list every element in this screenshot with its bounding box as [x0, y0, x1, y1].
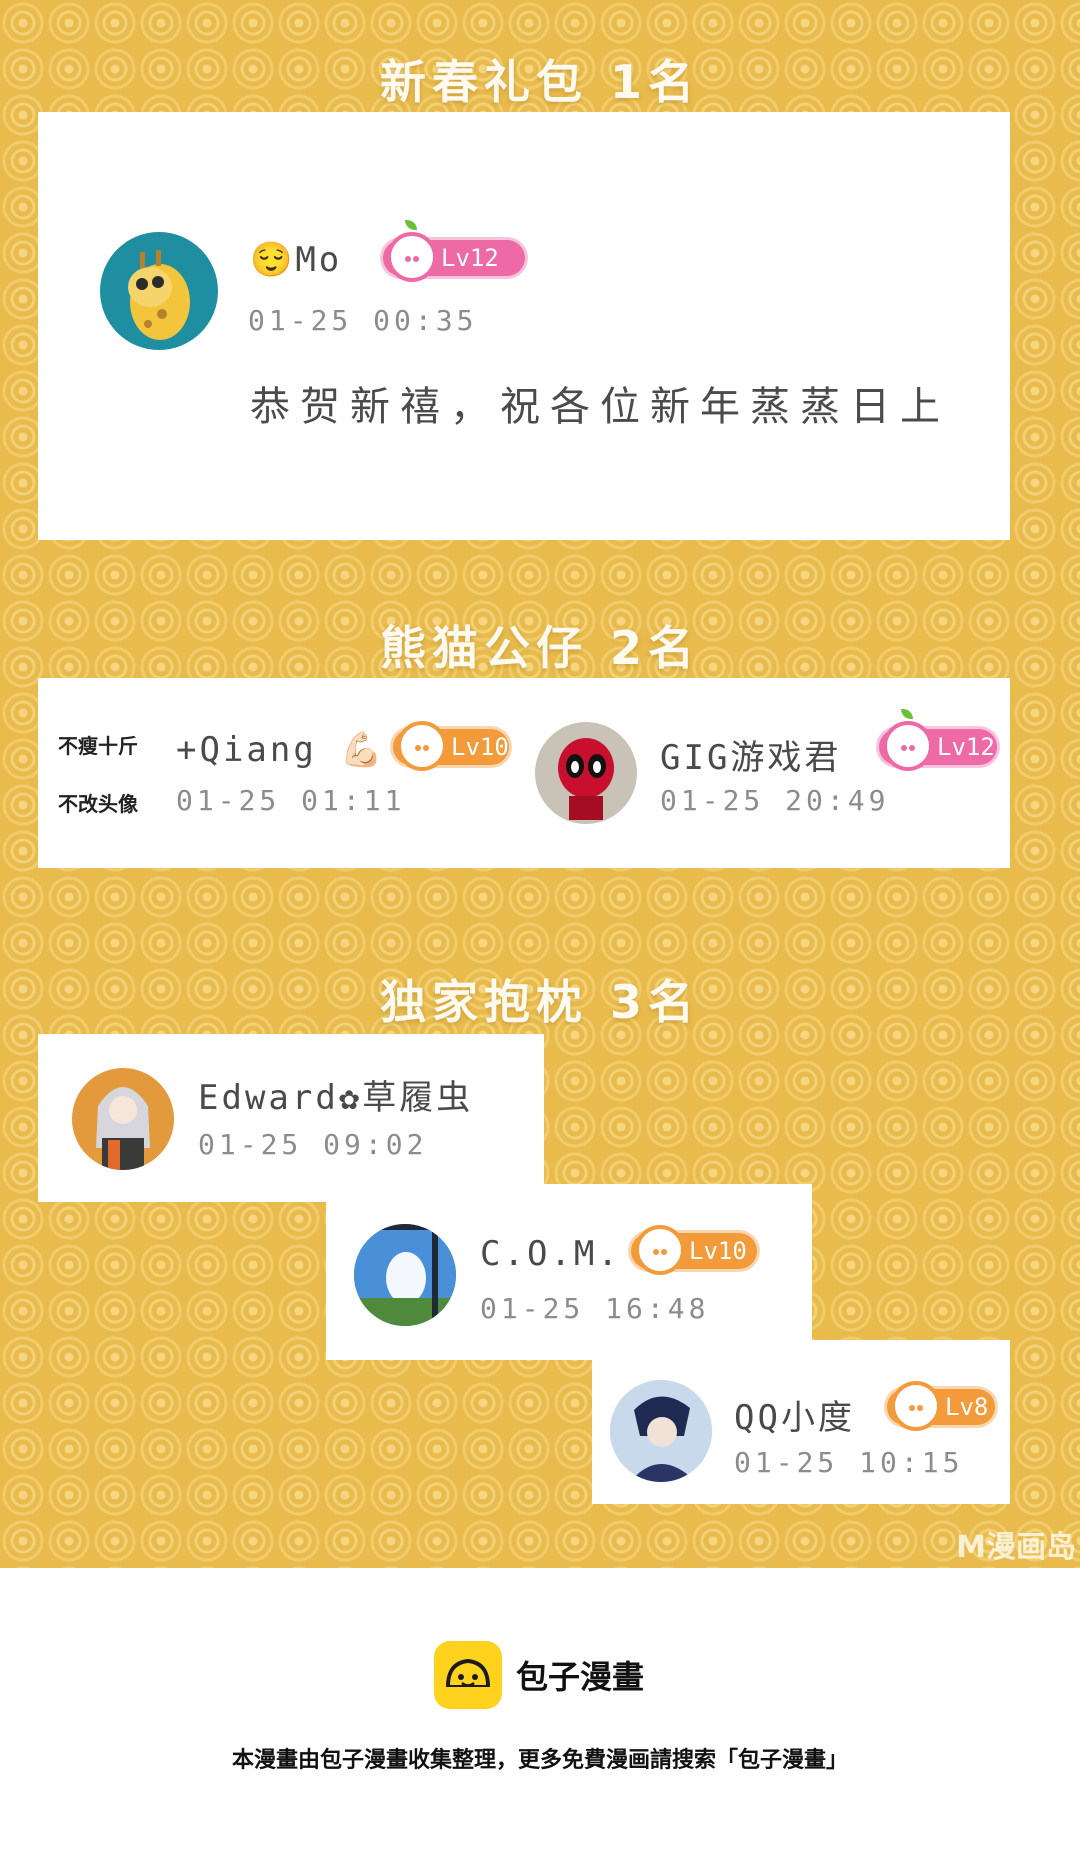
level-label: Lv12 [937, 733, 995, 761]
username-qq[interactable]: QQ小度 [734, 1390, 855, 1439]
username-gig[interactable]: GIG游戏君 [660, 730, 841, 779]
level-label: Lv10 [689, 1237, 747, 1265]
comment-time-gig: 01-25 20:49 [660, 784, 890, 817]
level-label: Lv12 [441, 244, 499, 272]
level-badge-gig: Lv12 [876, 709, 1000, 771]
username-com[interactable]: C.O.M. [480, 1234, 621, 1274]
comment-text-mo: 恭贺新禧，祝各位新年蒸蒸日上 [250, 384, 950, 430]
level-badge-qiang: Lv10 [390, 721, 512, 771]
sky-window-avatar[interactable] [354, 1224, 456, 1326]
prize-panel: 新春礼包 1名 😌Mo Lv12 01-25 00:35 恭贺新禧，祝各位新年蒸… [0, 0, 1080, 1568]
winner-card-row-2: 不瘦十斤 不改头像 +Qiang 💪🏻 Lv10 01-25 01:11 GIG… [38, 678, 1010, 868]
giraffe-avatar[interactable] [100, 232, 218, 350]
anime-boy-avatar[interactable] [610, 1380, 712, 1482]
winner-card-com: C.O.M. Lv10 01-25 16:48 [326, 1184, 812, 1360]
bun-logo-icon[interactable] [434, 1641, 502, 1709]
level-face-icon [387, 232, 437, 282]
section-title-gift-pack: 新春礼包 1名 [379, 55, 701, 109]
winner-card-mo: 😌Mo Lv12 01-25 00:35 恭贺新禧，祝各位新年蒸蒸日上 [38, 112, 1010, 540]
footer-note: 本漫畫由包子漫畫收集整理，更多免費漫画請搜索「包子漫畫」 [231, 1748, 848, 1773]
level-badge-mo: Lv12 [380, 220, 528, 282]
level-label: Lv10 [451, 733, 509, 761]
section-title-pillow: 独家抱枕 3名 [379, 975, 701, 1029]
username-edward[interactable]: Edward✿草履虫 [198, 1070, 473, 1119]
level-face-icon [635, 1225, 685, 1275]
anime-girl-avatar[interactable] [72, 1068, 174, 1170]
level-badge-qq: Lv8 [884, 1381, 998, 1431]
comment-time-qiang: 01-25 01:11 [176, 784, 406, 817]
level-badge-com: Lv10 [628, 1225, 760, 1275]
comment-time-com: 01-25 16:48 [480, 1292, 710, 1325]
winner-card-edward: Edward✿草履虫 01-25 09:02 [38, 1034, 544, 1202]
level-face-icon [891, 1381, 941, 1431]
username-mo[interactable]: 😌Mo [250, 240, 342, 280]
side-note-1: 不瘦十斤 [58, 734, 138, 758]
side-note-2: 不改头像 [58, 792, 138, 816]
leaf-icon [901, 709, 913, 719]
deadpool-avatar[interactable] [535, 722, 637, 824]
section-title-panda-doll: 熊猫公仔 2名 [379, 621, 701, 675]
level-face-icon [397, 721, 447, 771]
footer-brand: 包子漫畫 [516, 1658, 645, 1696]
username-qiang[interactable]: +Qiang 💪🏻 [176, 730, 386, 770]
watermark: M漫画岛 [956, 1530, 1076, 1565]
winner-card-qq: QQ小度 Lv8 01-25 10:15 [592, 1340, 1010, 1504]
leaf-icon [405, 220, 417, 230]
comment-time-qq: 01-25 10:15 [734, 1446, 964, 1479]
comment-time-edward: 01-25 09:02 [198, 1128, 428, 1161]
level-face-icon [883, 721, 933, 771]
comment-time-mo: 01-25 00:35 [248, 304, 478, 337]
level-label: Lv8 [945, 1393, 989, 1421]
